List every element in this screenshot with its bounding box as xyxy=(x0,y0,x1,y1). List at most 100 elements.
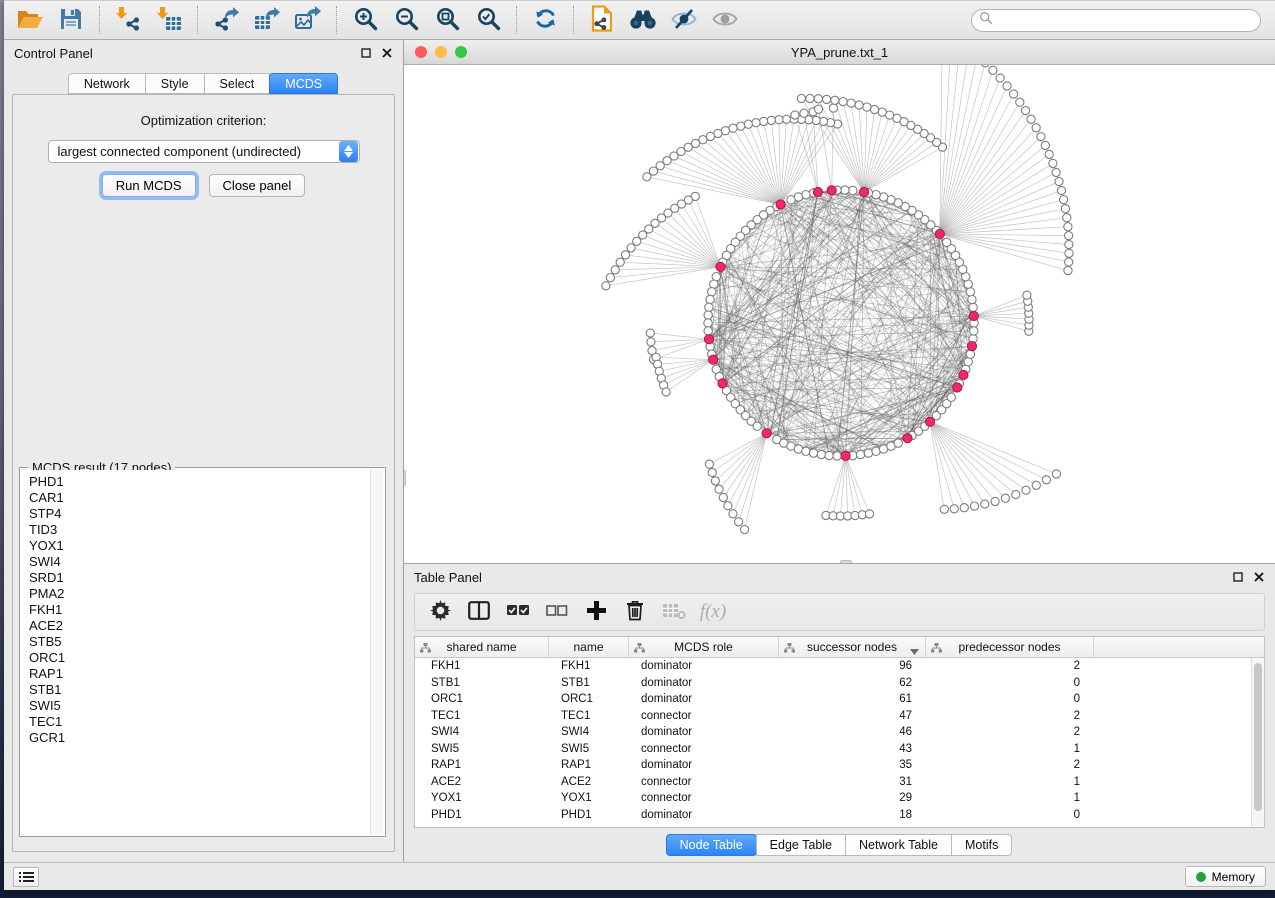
table-scrollbar-thumb[interactable] xyxy=(1254,663,1262,811)
eye-icon xyxy=(711,9,739,32)
window-close-icon[interactable] xyxy=(415,46,427,58)
window-minimize-icon[interactable] xyxy=(435,46,447,58)
network-graph[interactable] xyxy=(404,65,1275,563)
mcds-result-item[interactable]: ACE2 xyxy=(29,618,383,634)
first-neighbors-button[interactable] xyxy=(625,4,661,36)
mcds-result-item[interactable]: GCR1 xyxy=(29,730,383,746)
hide-graphics-details-button[interactable] xyxy=(666,4,702,36)
table-scrollbar[interactable] xyxy=(1251,658,1264,827)
zoom-out-button[interactable] xyxy=(388,4,424,36)
control-panel-tab-style[interactable]: Style xyxy=(145,73,205,94)
control-panel-tab-mcds[interactable]: MCDS xyxy=(269,73,338,94)
zoom-selected-button[interactable] xyxy=(470,4,506,36)
table-row[interactable]: STB1STB1dominator620 xyxy=(415,675,1251,692)
mcds-list-scrollbar[interactable] xyxy=(370,470,383,834)
zoom-fit-button[interactable] xyxy=(429,4,465,36)
mcds-result-item[interactable]: SWI5 xyxy=(29,698,383,714)
show-graphics-details-button[interactable] xyxy=(707,4,743,36)
new-network-from-selection-button[interactable] xyxy=(584,4,620,36)
table-row[interactable]: TEC1TEC1connector472 xyxy=(415,708,1251,725)
mcds-result-item[interactable]: FKH1 xyxy=(29,602,383,618)
close-panel-icon[interactable] xyxy=(381,47,393,59)
network-canvas[interactable] xyxy=(404,65,1275,563)
column-header-shared-name[interactable]: shared name xyxy=(415,637,549,657)
table-cell: SWI5 xyxy=(549,743,629,755)
mcds-result-item[interactable]: ORC1 xyxy=(29,650,383,666)
import-network-button[interactable] xyxy=(110,4,146,36)
table-row[interactable]: ACE2ACE2connector311 xyxy=(415,774,1251,791)
table-tab-node-table[interactable]: Node Table xyxy=(666,834,757,856)
mcds-result-item[interactable]: STB1 xyxy=(29,682,383,698)
column-header-MCDS-role[interactable]: MCDS role xyxy=(629,637,779,657)
zoomin-icon xyxy=(353,6,378,34)
unselect-all-button[interactable] xyxy=(544,599,570,625)
mcds-result-item[interactable]: TEC1 xyxy=(29,714,383,730)
mcds-result-item[interactable]: YOX1 xyxy=(29,538,383,554)
exportnet-icon xyxy=(213,6,240,35)
mcds-result-item[interactable]: STB5 xyxy=(29,634,383,650)
table-row[interactable]: SWI4SWI4dominator462 xyxy=(415,724,1251,741)
mcds-result-item[interactable]: PHD1 xyxy=(29,474,383,490)
run-mcds-button[interactable]: Run MCDS xyxy=(102,174,196,197)
mcds-result-item[interactable]: CAR1 xyxy=(29,490,383,506)
table-cell: SWI4 xyxy=(549,726,629,738)
horizontal-splitter-handle[interactable] xyxy=(840,560,852,563)
mcds-result-item[interactable]: STP4 xyxy=(29,506,383,522)
table-cell: SWI4 xyxy=(415,726,549,738)
float-table-panel-icon[interactable] xyxy=(1232,571,1244,583)
table-row[interactable]: SWI5SWI5connector431 xyxy=(415,741,1251,758)
column-header-successor-nodes[interactable]: successor nodes xyxy=(779,637,926,657)
table-row[interactable]: PHD1PHD1dominator180 xyxy=(415,807,1251,824)
table-cell: 2 xyxy=(926,710,1094,722)
control-panel-tab-network[interactable]: Network xyxy=(68,73,146,94)
table-row[interactable]: FKH1FKH1dominator962 xyxy=(415,658,1251,675)
zoom-in-button[interactable] xyxy=(347,4,383,36)
create-column-button[interactable] xyxy=(583,599,609,625)
mcds-result-item[interactable]: RAP1 xyxy=(29,666,383,682)
toolbar-separator xyxy=(197,6,198,34)
table-tab-edge-table[interactable]: Edge Table xyxy=(756,834,846,856)
table-cell: dominator xyxy=(629,677,779,689)
mcds-result-item[interactable]: SWI4 xyxy=(29,554,383,570)
delete-column-button[interactable] xyxy=(622,599,648,625)
refresh-layout-button[interactable] xyxy=(527,4,563,36)
save-icon xyxy=(59,7,83,34)
show-column-panel-button[interactable] xyxy=(466,599,492,625)
table-row[interactable]: ORC1ORC1dominator610 xyxy=(415,691,1251,708)
optimization-criterion-label: Optimization criterion: xyxy=(13,113,394,128)
column-header-predecessor-nodes[interactable]: predecessor nodes xyxy=(926,637,1094,657)
export-image-button[interactable] xyxy=(290,4,326,36)
vertical-splitter-handle[interactable] xyxy=(404,470,406,486)
mcds-result-item[interactable]: TID3 xyxy=(29,522,383,538)
table-tab-motifs[interactable]: Motifs xyxy=(951,834,1012,856)
float-panel-icon[interactable] xyxy=(360,47,372,59)
zoomsel-icon xyxy=(476,6,501,34)
search-box[interactable] xyxy=(971,9,1261,32)
close-table-panel-icon[interactable] xyxy=(1253,571,1265,583)
mcds-result-item[interactable]: SRD1 xyxy=(29,570,383,586)
import-table-button[interactable] xyxy=(151,4,187,36)
mcds-result-item[interactable]: PMA2 xyxy=(29,586,383,602)
network-window-titlebar: YPA_prune.txt_1 xyxy=(404,40,1275,65)
memory-button[interactable]: Memory xyxy=(1185,866,1266,887)
table-tab-network-table[interactable]: Network Table xyxy=(845,834,952,856)
search-input[interactable] xyxy=(998,13,1253,27)
table-mode-button[interactable] xyxy=(427,599,453,625)
select-all-button[interactable] xyxy=(505,599,531,625)
importtable-icon xyxy=(156,6,182,35)
table-cell: 0 xyxy=(926,809,1094,821)
task-history-button[interactable] xyxy=(13,867,39,887)
close-panel-button[interactable]: Close panel xyxy=(209,174,306,197)
export-table-button[interactable] xyxy=(249,4,285,36)
window-zoom-icon[interactable] xyxy=(455,46,467,58)
control-panel-tab-select[interactable]: Select xyxy=(204,73,271,94)
control-panel-title: Control Panel xyxy=(14,46,93,61)
open-file-button[interactable] xyxy=(12,4,48,36)
table-row[interactable]: RAP1RAP1dominator352 xyxy=(415,757,1251,774)
column-header-name[interactable]: name xyxy=(549,637,629,657)
optimization-select[interactable]: largest connected component (undirected) xyxy=(48,140,360,163)
export-network-button[interactable] xyxy=(208,4,244,36)
table-row[interactable]: YOX1YOX1connector291 xyxy=(415,790,1251,807)
save-session-button[interactable] xyxy=(53,4,89,36)
toolbar-separator xyxy=(573,6,574,34)
